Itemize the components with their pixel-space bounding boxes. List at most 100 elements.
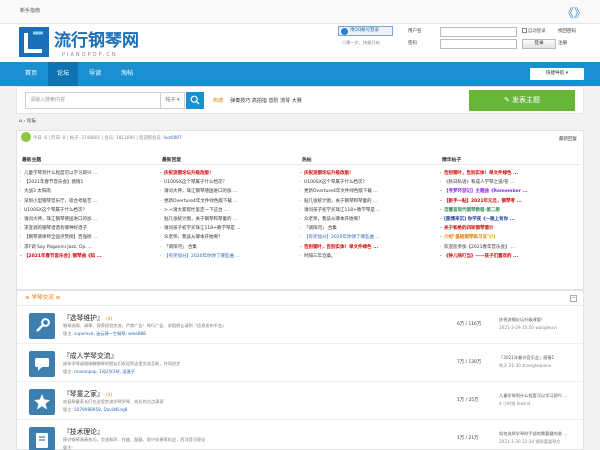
- login-button[interactable]: 登录: [522, 39, 556, 49]
- thread-link[interactable]: 【2021年春节音乐会】钢琴曲《知 ...: [20, 252, 160, 261]
- nav-collections[interactable]: 淘帖: [112, 62, 142, 86]
- thread-link[interactable]: 「调阳河」 合集: [300, 224, 440, 233]
- forum-name[interactable]: 『成人学琴交流』: [63, 350, 117, 360]
- thread-link[interactable]: U100SX这个琴属于什么档次？: [20, 206, 160, 215]
- breadcrumb-current[interactable]: 论坛: [27, 119, 36, 124]
- thread-link[interactable]: 告别钢叶，告别实体！单文件绿色 ...: [300, 243, 440, 252]
- thread-link[interactable]: 欢迎您参加【2021春年音乐会】 ...: [440, 243, 580, 252]
- last-post-title[interactable]: 儿童学琴到什么程度可以学习即兴 ...: [499, 393, 581, 399]
- thread-link[interactable]: 请问大神，珠江钢琴德国进口的加 ...: [160, 187, 300, 196]
- thread-link[interactable]: 请问孩子初学买珠江118+教学琴是 ...: [160, 224, 300, 233]
- new-thread-button[interactable]: ✎ 发表主题: [469, 90, 575, 111]
- last-post-title[interactable]: 「2021年春节音乐会」感情1: [499, 355, 581, 361]
- book-icon[interactable]: [29, 427, 55, 450]
- thread-link[interactable]: 【钢琴调律师全国点赞榜】百强榜 ...: [20, 233, 160, 242]
- moderator-links[interactable]: monanpop, 1母2学3琴, 逗雅子: [74, 369, 135, 374]
- thread-link[interactable]: 【有奖加分】2020年你弹了哪些曲 ...: [160, 252, 300, 261]
- nav-home[interactable]: 首页: [16, 62, 46, 86]
- thread-link[interactable]: 儿童学琴到什么程度可以学习即兴 ...: [20, 169, 160, 178]
- thread-link[interactable]: 庆祝流钢论坛升级改版！: [300, 169, 440, 178]
- username-input[interactable]: [440, 27, 517, 37]
- thread-link[interactable]: 关于和绝的四轮钢琴谱计: [440, 224, 580, 233]
- thread-link[interactable]: 《秋日私语》和成人学琴之道/卷 ...: [440, 178, 580, 187]
- forum-title[interactable]: 『技术理论』: [63, 428, 104, 436]
- password-input[interactable]: [440, 39, 517, 49]
- hot-search-item[interactable]: 高拍指: [252, 98, 267, 104]
- thread-link[interactable]: 活塞音现代钢琴教程-第二册: [440, 206, 580, 215]
- thread-link[interactable]: 更新Overture4年文件绿色版下载 ...: [300, 187, 440, 196]
- thread-link[interactable]: 求变调的钢琴谱谱有哪种好谱子: [20, 224, 160, 233]
- forgot-password-link[interactable]: 找回密码: [558, 27, 576, 37]
- collapse-icon[interactable]: −: [570, 295, 577, 302]
- nav-guide[interactable]: 导读: [80, 62, 110, 86]
- toggle-arrows-icon[interactable]: 《》: [562, 4, 586, 21]
- search-type-select[interactable]: 帖子 ▾: [161, 92, 185, 109]
- thread-link[interactable]: 告别钢叶，告别实体！单文件绿色 ...: [440, 169, 580, 178]
- forum-name[interactable]: 『技术理论』: [63, 426, 104, 436]
- hot-search-item[interactable]: 弹奏技巧: [230, 98, 250, 104]
- hot-search-item[interactable]: 音阶: [269, 98, 279, 104]
- register-link[interactable]: 注册: [558, 39, 567, 49]
- thread-columns: 最新主题儿童学琴到什么程度可以学习即兴 ...【2021年春节音乐会】感情1大战…: [20, 156, 580, 288]
- guide-link[interactable]: 新手指南: [20, 7, 40, 14]
- thread-link[interactable]: 众老师，我该从哪本开始啊？: [160, 233, 300, 242]
- stat-members: 会员: 1811690: [104, 136, 135, 141]
- hot-search-item[interactable]: 大赛: [292, 98, 302, 104]
- thread-link[interactable]: 贴几张统计图，关于钢琴和琴童的 ...: [160, 215, 300, 224]
- thread-link[interactable]: U100SX这个琴属于什么档次？: [300, 178, 440, 187]
- thread-link[interactable]: 请问大神，珠江钢琴德国进口的加 ...: [20, 215, 160, 224]
- qq-login-button[interactable]: 用QQ帐号登录: [338, 26, 393, 36]
- wrench-icon[interactable]: [29, 313, 55, 339]
- last-post-title[interactable]: 庆祝流钢论坛升级改版！: [499, 317, 581, 323]
- auto-login-checkbox[interactable]: 自动登录: [522, 27, 546, 37]
- thread-link[interactable]: 众老师，我该从哪本开始啊？: [300, 215, 440, 224]
- search-button[interactable]: [186, 92, 204, 109]
- forum-title[interactable]: 『成人学琴交流』: [63, 352, 117, 360]
- forum-moderators: 版主: 5079988958, DavidKing8: [63, 407, 127, 413]
- category-title[interactable]: ≡ 学琴交流 ≡: [25, 295, 60, 301]
- thread-link[interactable]: 【新手一贴】2021年元旦，钢琴考 ...: [440, 197, 580, 206]
- thread-link[interactable]: 请问孩子初学买珠江118+教学琴是 ...: [300, 206, 440, 215]
- forum-row: 『琴童之家』 (1) 欢迎琴童家长们在这里交流学琴学琴、成长的点点滴滴 版主: 50…: [17, 383, 583, 420]
- nav-forum[interactable]: 论坛: [48, 62, 78, 86]
- forum-thread-post-count: 7万 / 130万: [457, 360, 482, 365]
- forum-moderators: 版主: supereva, 迷云建一生钢琴, wlee888: [63, 331, 146, 337]
- newest-member-link[interactable]: liuz0007: [163, 136, 181, 141]
- thread-column: 热帖庆祝流钢论坛升级改版！U100SX这个琴属于什么档次？更新Overture4…: [300, 156, 440, 288]
- thread-link[interactable]: U100SX这个琴属于什么档次？: [160, 178, 300, 187]
- forum-name[interactable]: 『琴童之家』 (1): [63, 388, 112, 398]
- logo-title: 流行钢琴网: [54, 30, 139, 51]
- moderator-links[interactable]: supereva, 迷云建一生钢琴, wlee888: [74, 331, 146, 336]
- search-input[interactable]: 请输入搜索内容: [25, 92, 161, 109]
- star-icon[interactable]: [29, 389, 55, 415]
- site-logo[interactable]: 流行钢琴网 PIANOPOP.CN: [16, 24, 166, 60]
- thread-link[interactable]: 大战3 太阳雨: [20, 187, 160, 196]
- thread-link[interactable]: 介绍"基础钢琴练习法"(!): [440, 233, 580, 242]
- thread-link[interactable]: 【寻梦环游记】主题曲《Remember ...: [440, 187, 580, 196]
- forum-title[interactable]: 『琴童之家』: [63, 390, 104, 398]
- search-icon: [190, 95, 200, 105]
- main-nav: 首页 论坛 导读 淘帖 快捷导航 ▾: [0, 62, 600, 86]
- thread-link[interactable]: 【2021年春节音乐会】感情1: [20, 178, 160, 187]
- thread-link[interactable]: 时隔三年沧桑。: [300, 252, 440, 261]
- home-icon[interactable]: ⌂: [19, 119, 22, 124]
- thread-link[interactable]: 求F调 Say Paganini Jazz, Op. ...: [20, 243, 160, 252]
- latest-replies-link[interactable]: 最新回复: [559, 136, 577, 142]
- new-thread-label: 发表主题: [512, 96, 541, 104]
- last-post-title[interactable]: 如何选择学琴时手部的需要健的谱 ...: [499, 431, 581, 437]
- thread-link[interactable]: 《钟儿响叮当》——孩子们喜欢的 ...: [440, 252, 580, 261]
- moderator-links[interactable]: 5079988958, DavidKing8: [74, 407, 127, 412]
- thread-link[interactable]: 深圳小型钢琴音乐厅，适合考级艺 ...: [20, 197, 160, 206]
- thread-link[interactable]: >.<请大家帮忙鉴定一下这台 ...: [160, 206, 300, 215]
- quick-nav-button[interactable]: 快捷导航 ▾: [530, 68, 584, 80]
- chat-icon[interactable]: [29, 351, 55, 377]
- thread-link[interactable]: [图博来沉] 你学夜《一路上有你 ...: [440, 215, 580, 224]
- thread-link[interactable]: 贴几张统计图，关于钢琴和琴童的 ...: [300, 197, 440, 206]
- forum-title[interactable]: 『选琴维护』: [63, 314, 104, 322]
- thread-link[interactable]: 更新Overture4年文件绿色版下载 ...: [160, 197, 300, 206]
- thread-link[interactable]: 「调阳河」 合集: [160, 243, 300, 252]
- forum-name[interactable]: 『选琴维护』 (4): [63, 312, 112, 322]
- hot-search-item[interactable]: 流琴: [280, 98, 290, 104]
- thread-link[interactable]: 【有奖加分】2020年你弹了哪些曲 ...: [300, 233, 440, 242]
- thread-link[interactable]: 庆祝流钢论坛升级改版！: [160, 169, 300, 178]
